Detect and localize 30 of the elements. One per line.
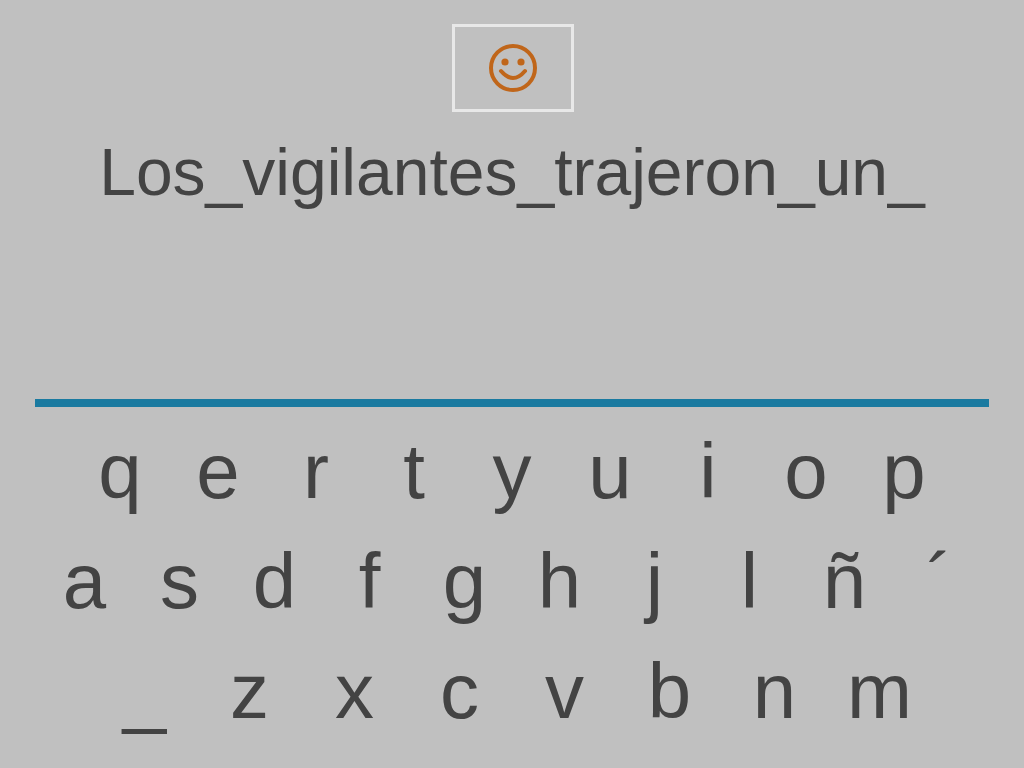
letter-key[interactable]: q bbox=[71, 429, 169, 513]
letter-key[interactable]: ñ bbox=[797, 539, 892, 623]
letter-key[interactable]: m bbox=[827, 649, 932, 733]
letter-key[interactable]: v bbox=[512, 649, 617, 733]
letter-key[interactable]: d bbox=[227, 539, 322, 623]
letter-key[interactable]: r bbox=[267, 429, 365, 513]
letter-key[interactable]: i bbox=[659, 429, 757, 513]
sentence-text: Los_vigilantes_trajeron_un_ bbox=[99, 134, 925, 211]
letter-key[interactable]: t bbox=[365, 429, 463, 513]
letter-key[interactable]: j bbox=[607, 539, 702, 623]
smiley-icon bbox=[488, 43, 538, 93]
letter-key[interactable]: ´ bbox=[892, 539, 987, 623]
letter-key[interactable]: z bbox=[197, 649, 302, 733]
letter-key[interactable]: b bbox=[617, 649, 722, 733]
letter-key[interactable]: s bbox=[132, 539, 227, 623]
letter-key[interactable]: h bbox=[512, 539, 607, 623]
letter-key[interactable]: c bbox=[407, 649, 512, 733]
letter-key[interactable]: u bbox=[561, 429, 659, 513]
letter-key[interactable]: p bbox=[855, 429, 953, 513]
letter-key[interactable]: g bbox=[417, 539, 512, 623]
letter-key[interactable]: y bbox=[463, 429, 561, 513]
letter-key[interactable]: a bbox=[37, 539, 132, 623]
letter-key[interactable]: _ bbox=[92, 649, 197, 733]
letter-key[interactable]: x bbox=[302, 649, 407, 733]
letter-key[interactable]: o bbox=[757, 429, 855, 513]
letter-key[interactable]: f bbox=[322, 539, 417, 623]
letter-key[interactable]: l bbox=[702, 539, 797, 623]
hint-button[interactable] bbox=[452, 24, 574, 112]
letter-key[interactable]: e bbox=[169, 429, 267, 513]
letter-key[interactable]: n bbox=[722, 649, 827, 733]
